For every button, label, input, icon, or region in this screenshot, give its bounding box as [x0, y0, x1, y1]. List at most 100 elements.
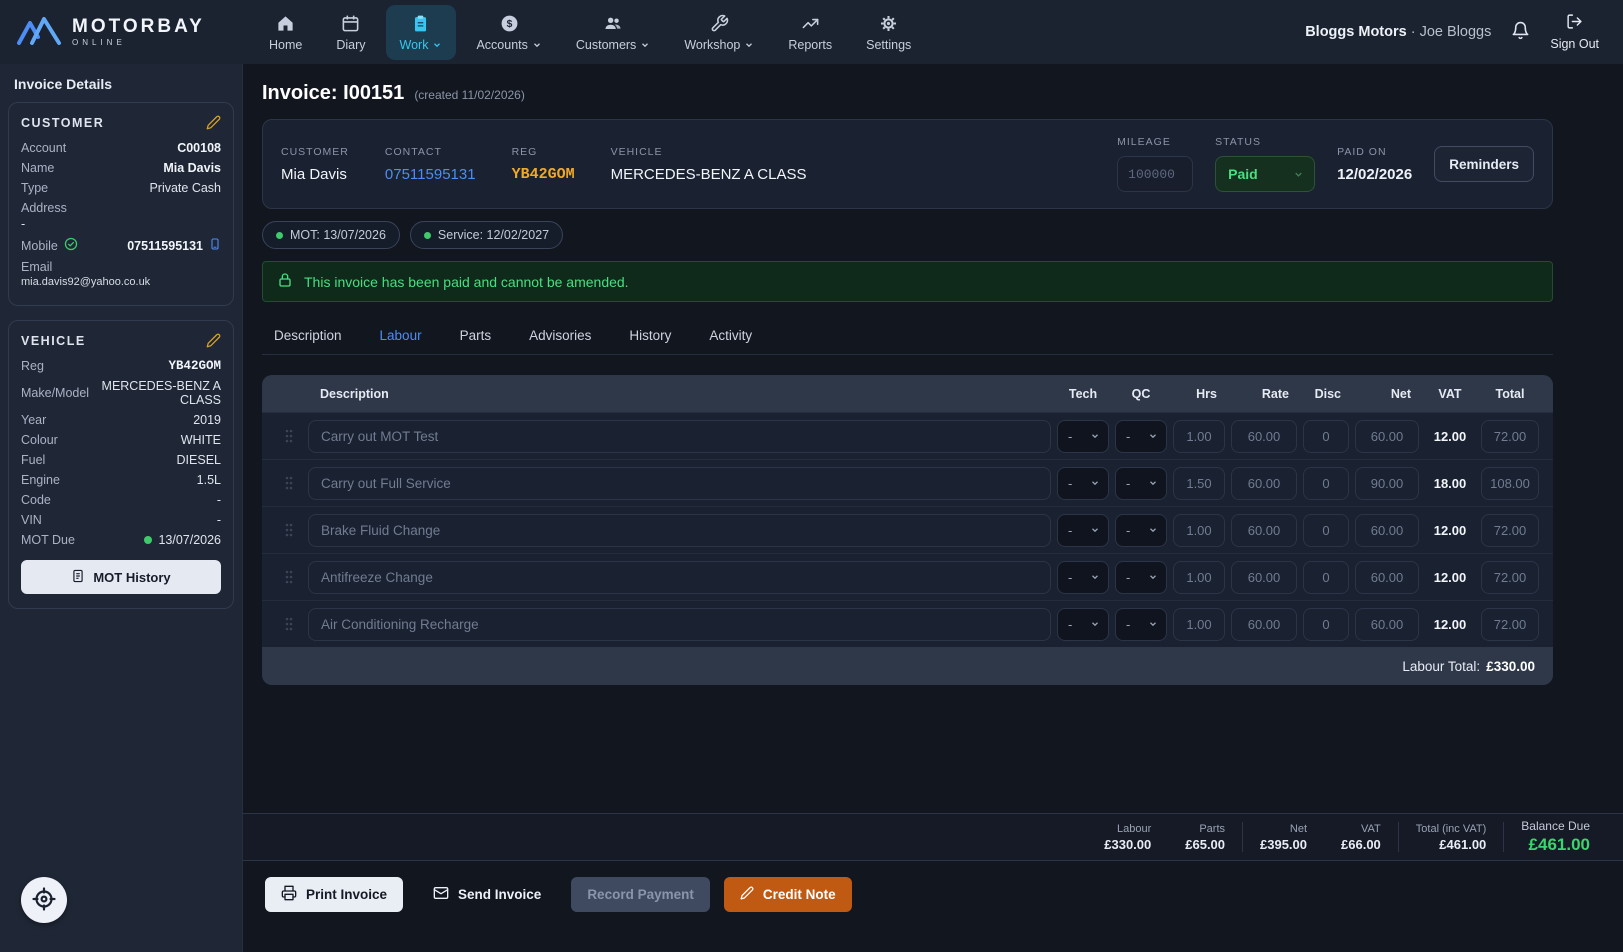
sidebar-title: Invoice Details — [0, 64, 242, 102]
summary-customer: CUSTOMER Mia Davis — [281, 146, 349, 183]
total-input[interactable]: 72.00 — [1481, 420, 1539, 453]
account-context: Bloggs Motors · Joe Bloggs — [1305, 24, 1491, 40]
nav-item-accounts[interactable]: $ Accounts — [462, 5, 555, 60]
tech-select[interactable]: - — [1057, 514, 1109, 547]
qc-select[interactable]: - — [1115, 514, 1167, 547]
sidebar: Invoice Details CUSTOMER Account C00108 … — [0, 64, 243, 952]
user-name: Joe Bloggs — [1420, 24, 1492, 40]
drag-handle-icon[interactable] — [276, 522, 302, 538]
tech-select[interactable]: - — [1057, 467, 1109, 500]
drag-handle-icon[interactable] — [276, 428, 302, 444]
qc-select[interactable]: - — [1115, 561, 1167, 594]
notifications-button[interactable] — [1511, 21, 1530, 43]
balance-due: Balance Due £461.00 — [1504, 819, 1607, 855]
record-payment-button[interactable]: Record Payment — [571, 877, 710, 912]
nav-item-diary[interactable]: Diary — [322, 5, 379, 60]
tech-select[interactable]: - — [1057, 608, 1109, 641]
disc-input[interactable]: 0 — [1303, 514, 1349, 547]
qc-select[interactable]: - — [1115, 467, 1167, 500]
mobile-phone-icon[interactable] — [209, 237, 221, 254]
nav-item-customers[interactable]: Customers — [562, 5, 664, 60]
qc-select[interactable]: - — [1115, 420, 1167, 453]
net-input[interactable]: 60.00 — [1355, 514, 1419, 547]
mot-history-button[interactable]: MOT History — [21, 560, 221, 594]
net-input[interactable]: 60.00 — [1355, 608, 1419, 641]
chart-icon — [801, 14, 820, 33]
support-target-button[interactable] — [21, 877, 67, 923]
svg-text:$: $ — [506, 19, 512, 30]
mot-badge: MOT: 13/07/2026 — [262, 221, 400, 249]
hrs-input[interactable]: 1.00 — [1173, 420, 1225, 453]
total-input[interactable]: 72.00 — [1481, 608, 1539, 641]
hrs-input[interactable]: 1.00 — [1173, 514, 1225, 547]
qc-select[interactable]: - — [1115, 608, 1167, 641]
tech-select[interactable]: - — [1057, 561, 1109, 594]
disc-input[interactable]: 0 — [1303, 467, 1349, 500]
tab-description[interactable]: Description — [272, 322, 344, 354]
send-invoice-button[interactable]: Send Invoice — [417, 877, 557, 912]
contact-phone-link[interactable]: 07511595131 — [385, 166, 476, 183]
tab-history[interactable]: History — [627, 322, 673, 354]
labour-description-input[interactable] — [308, 561, 1051, 594]
disc-input[interactable]: 0 — [1303, 420, 1349, 453]
net-input[interactable]: 90.00 — [1355, 467, 1419, 500]
edit-vehicle-icon[interactable] — [206, 333, 221, 348]
mot-status-dot — [144, 536, 152, 544]
tech-select[interactable]: - — [1057, 420, 1109, 453]
chevron-down-icon — [1148, 525, 1158, 535]
net-input[interactable]: 60.00 — [1355, 420, 1419, 453]
hrs-input[interactable]: 1.00 — [1173, 561, 1225, 594]
nav-label: Diary — [336, 38, 365, 52]
total-input[interactable]: 72.00 — [1481, 561, 1539, 594]
net-input[interactable]: 60.00 — [1355, 561, 1419, 594]
home-icon — [276, 14, 295, 33]
paid-locked-banner: This invoice has been paid and cannot be… — [262, 261, 1553, 302]
hrs-input[interactable]: 1.00 — [1173, 608, 1225, 641]
service-badge: Service: 12/02/2027 — [410, 221, 563, 249]
labour-description-input[interactable] — [308, 420, 1051, 453]
disc-input[interactable]: 0 — [1303, 608, 1349, 641]
drag-handle-icon[interactable] — [276, 569, 302, 585]
tab-labour[interactable]: Labour — [378, 322, 424, 354]
rate-input[interactable]: 60.00 — [1231, 514, 1297, 547]
status-select[interactable]: Paid — [1215, 156, 1315, 192]
sign-out-button[interactable]: Sign Out — [1550, 13, 1599, 51]
tab-parts[interactable]: Parts — [458, 322, 494, 354]
brand-logo[interactable]: MOTORBAY ONLINE — [0, 13, 243, 52]
nav-item-work[interactable]: Work — [386, 5, 457, 60]
disc-input[interactable]: 0 — [1303, 561, 1349, 594]
app-root: MOTORBAY ONLINE Home Diary W — [0, 0, 1623, 952]
drag-handle-icon[interactable] — [276, 475, 302, 491]
reminders-button[interactable]: Reminders — [1434, 146, 1534, 182]
rate-input[interactable]: 60.00 — [1231, 420, 1297, 453]
labour-description-input[interactable] — [308, 467, 1051, 500]
hrs-input[interactable]: 1.50 — [1173, 467, 1225, 500]
summary-vehicle: VEHICLE MERCEDES-BENZ A CLASS — [611, 146, 807, 183]
customer-heading: CUSTOMER — [21, 116, 104, 130]
labour-row: - - 1.00 60.00 0 60.00 12.00 72.00 — [262, 412, 1553, 459]
rate-input[interactable]: 60.00 — [1231, 467, 1297, 500]
nav-item-reports[interactable]: Reports — [774, 5, 846, 60]
document-icon — [71, 569, 85, 586]
chevron-down-icon — [1293, 169, 1304, 180]
drag-handle-icon[interactable] — [276, 616, 302, 632]
nav-item-home[interactable]: Home — [255, 5, 316, 60]
total-net: Net £395.00 — [1243, 823, 1324, 852]
total-inc-vat: Total (inc VAT) £461.00 — [1399, 823, 1504, 852]
rate-input[interactable]: 60.00 — [1231, 608, 1297, 641]
print-invoice-button[interactable]: Print Invoice — [265, 877, 403, 912]
mileage-input[interactable] — [1117, 156, 1193, 192]
rate-input[interactable]: 60.00 — [1231, 561, 1297, 594]
labour-description-input[interactable] — [308, 608, 1051, 641]
labour-description-input[interactable] — [308, 514, 1051, 547]
tab-advisories[interactable]: Advisories — [527, 322, 593, 354]
credit-note-button[interactable]: Credit Note — [724, 877, 852, 912]
nav-item-workshop[interactable]: Workshop — [670, 5, 768, 60]
tab-activity[interactable]: Activity — [707, 322, 754, 354]
bell-icon — [1511, 28, 1530, 43]
total-input[interactable]: 72.00 — [1481, 514, 1539, 547]
vehicle-vin-row: VIN - — [21, 510, 221, 530]
total-input[interactable]: 108.00 — [1481, 467, 1539, 500]
nav-item-settings[interactable]: Settings — [852, 5, 925, 60]
edit-customer-icon[interactable] — [206, 115, 221, 130]
